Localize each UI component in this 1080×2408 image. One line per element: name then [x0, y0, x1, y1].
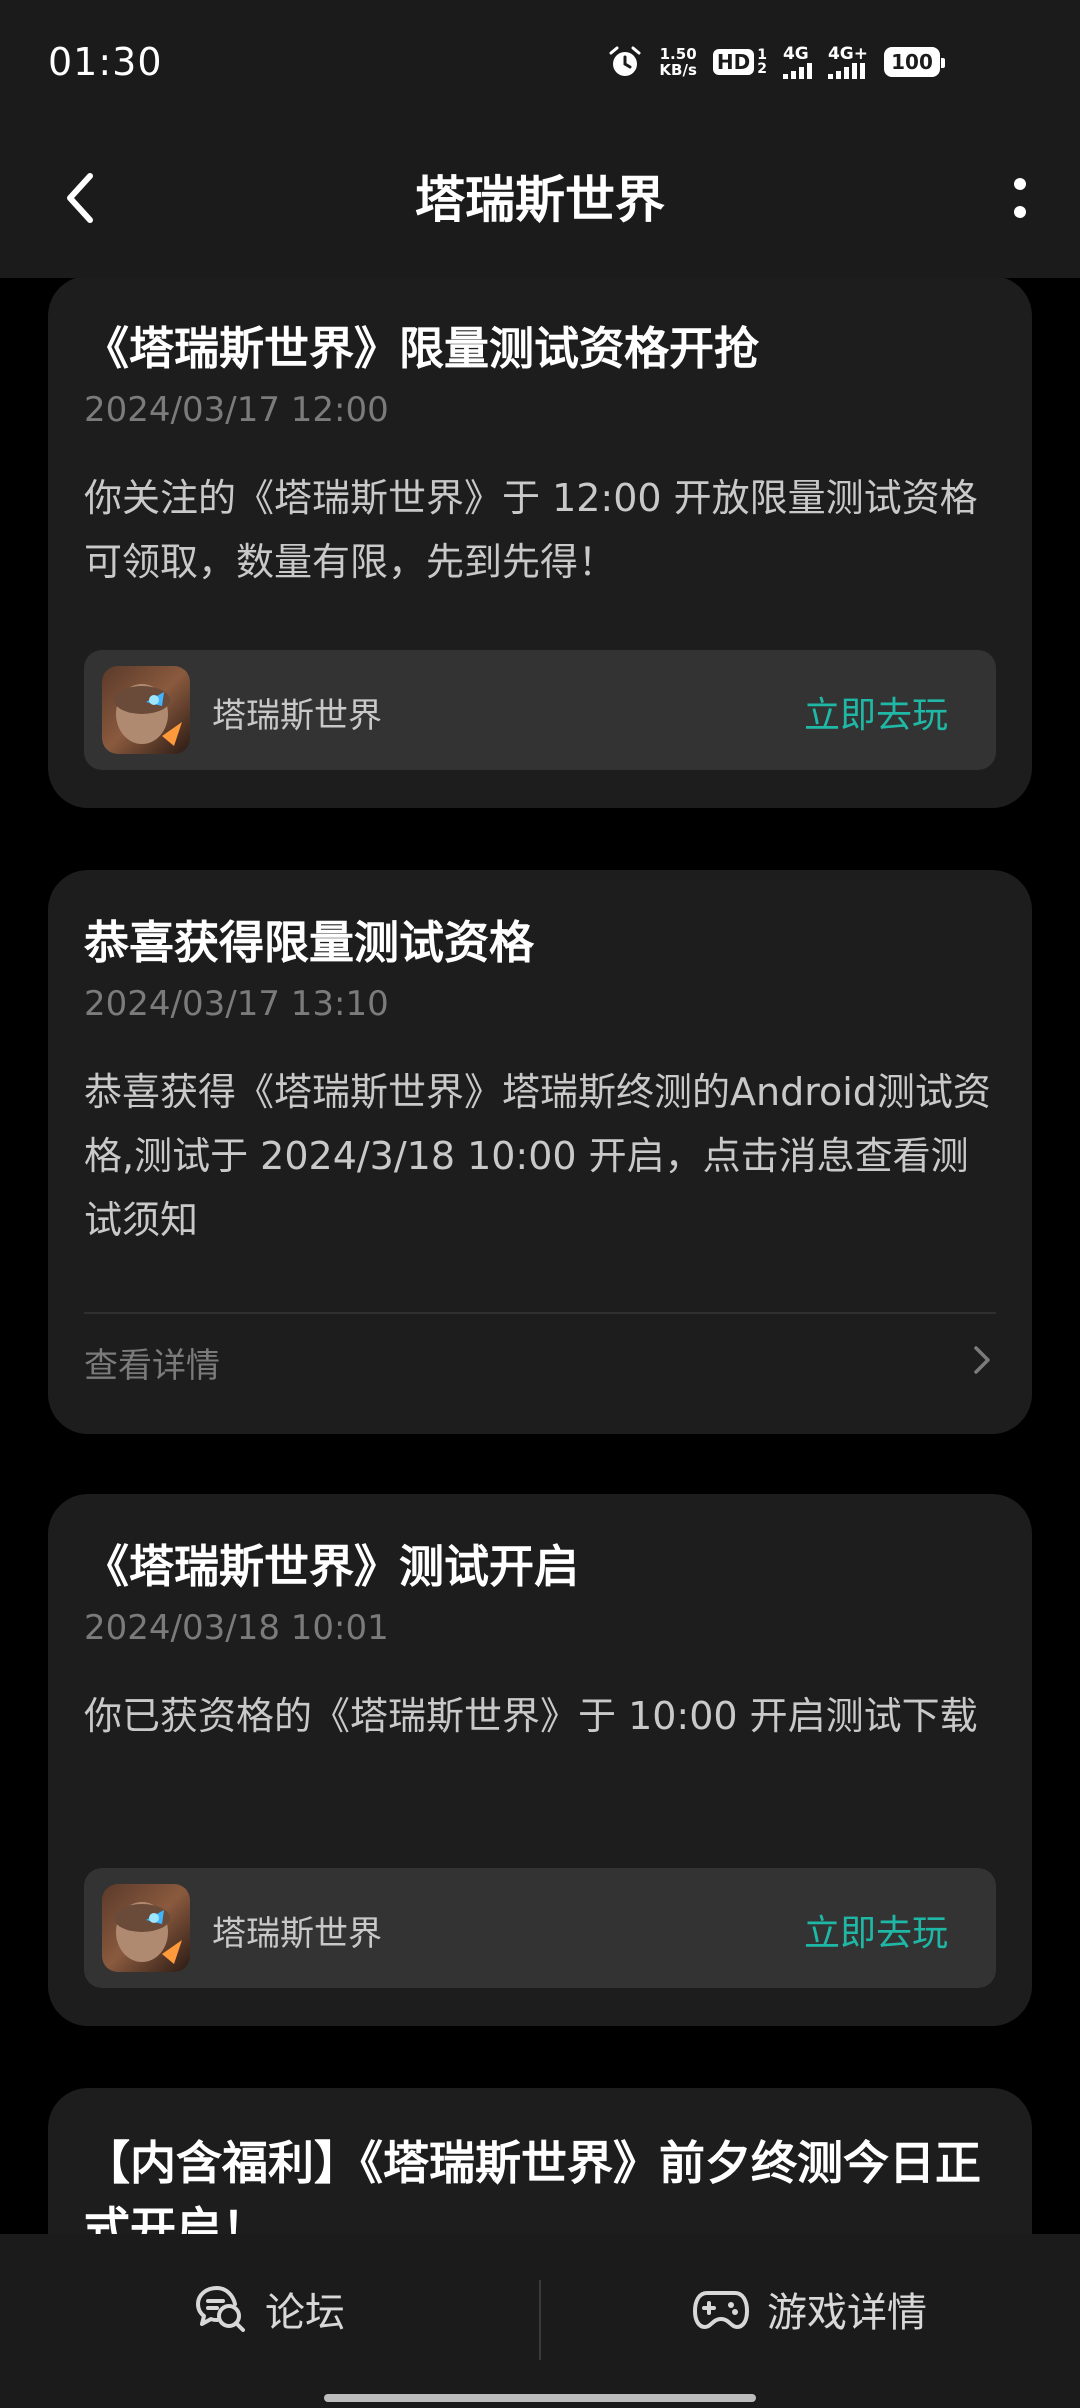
divider — [84, 1312, 996, 1314]
hd-voice-icon: HD 1 2 — [712, 47, 767, 77]
more-options-button[interactable] — [980, 158, 1060, 238]
game-detail-tab[interactable]: 游戏详情 — [540, 2234, 1080, 2384]
view-details-link[interactable]: 查看详情 — [84, 1320, 996, 1400]
message-date: 2024/03/17 13:10 — [84, 984, 389, 1024]
message-date: 2024/03/17 12:00 — [84, 390, 389, 430]
game-row[interactable]: 塔瑞斯世界 立即去玩 — [84, 650, 996, 770]
game-app-icon — [102, 666, 190, 754]
signal-strength-icon-2: 4G+ — [827, 44, 868, 79]
hd-sub-top: 1 — [757, 47, 767, 63]
message-title: 《塔瑞斯世界》测试开启 — [84, 1540, 580, 1593]
game-detail-label: 游戏详情 — [767, 2290, 927, 2336]
play-now-button[interactable]: 立即去玩 — [804, 686, 948, 738]
signal-label: 4G — [782, 44, 809, 64]
status-time: 01:30 — [48, 40, 163, 84]
message-title: 《塔瑞斯世界》限量测试资格开抢 — [84, 322, 760, 375]
page-title: 塔瑞斯世界 — [415, 171, 665, 229]
message-title: 【内含福利】《塔瑞斯世界》前夕终测今日正式开启！ — [84, 2136, 981, 2234]
forum-icon — [196, 2286, 245, 2332]
message-body: 你已获资格的《塔瑞斯世界》于 10:00 开启测试下载 — [84, 1694, 978, 1738]
game-app-icon — [102, 1884, 190, 1972]
message-title: 恭喜获得限量测试资格 — [84, 916, 535, 969]
alarm-icon — [609, 46, 641, 76]
message-card[interactable]: 【内含福利】《塔瑞斯世界》前夕终测今日正式开启！ — [48, 2088, 1032, 2234]
hd-sub-bottom: 2 — [757, 61, 767, 77]
message-date: 2024/03/18 10:01 — [84, 1608, 389, 1648]
more-vertical-icon — [1014, 178, 1026, 218]
title-bar: 塔瑞斯世界 — [0, 128, 1080, 278]
bottom-action-bar: 论坛 游戏详情 — [0, 2234, 1080, 2408]
network-speed-unit: KB/s — [659, 61, 697, 79]
hd-label: HD — [712, 49, 755, 75]
signal-strength-icon: 4G — [782, 44, 812, 79]
network-speed-value: 1.50 — [659, 45, 697, 63]
chevron-right-icon — [974, 1346, 990, 1374]
view-details-label: 查看详情 — [84, 1346, 220, 1386]
message-card[interactable]: 《塔瑞斯世界》测试开启 2024/03/18 10:01 你已获资格的《塔瑞斯世… — [48, 1494, 1032, 2026]
message-list[interactable]: 《塔瑞斯世界》限量测试资格开抢 2024/03/17 12:00 你关注的《塔瑞… — [0, 278, 1080, 2234]
battery-icon: 100 — [884, 47, 945, 77]
game-name: 塔瑞斯世界 — [212, 1914, 382, 1954]
play-now-button[interactable]: 立即去玩 — [804, 1904, 948, 1956]
status-bar: 01:30 1.50 KB/s HD 1 2 4G 4G+ 100 — [0, 0, 1080, 128]
network-speed: 1.50 KB/s — [659, 46, 696, 78]
game-row[interactable]: 塔瑞斯世界 立即去玩 — [84, 1868, 996, 1988]
status-icons: 1.50 KB/s HD 1 2 4G 4G+ 100 — [607, 42, 945, 82]
game-name: 塔瑞斯世界 — [212, 696, 382, 736]
gamepad-icon — [693, 2291, 749, 2329]
message-card[interactable]: 《塔瑞斯世界》限量测试资格开抢 2024/03/17 12:00 你关注的《塔瑞… — [48, 278, 1032, 808]
forum-label: 论坛 — [265, 2290, 345, 2336]
forum-tab[interactable]: 论坛 — [0, 2234, 540, 2384]
message-body: 恭喜获得《塔瑞斯世界》塔瑞斯终测的Android测试资格,测试于 2024/3/… — [84, 1070, 991, 1242]
home-indicator[interactable] — [324, 2394, 756, 2402]
message-body: 你关注的《塔瑞斯世界》于 12:00 开放限量测试资格可领取，数量有限，先到先得… — [84, 476, 978, 584]
message-card[interactable]: 恭喜获得限量测试资格 2024/03/17 13:10 恭喜获得《塔瑞斯世界》塔… — [48, 870, 1032, 1434]
signal-label-2: 4G+ — [827, 44, 868, 64]
